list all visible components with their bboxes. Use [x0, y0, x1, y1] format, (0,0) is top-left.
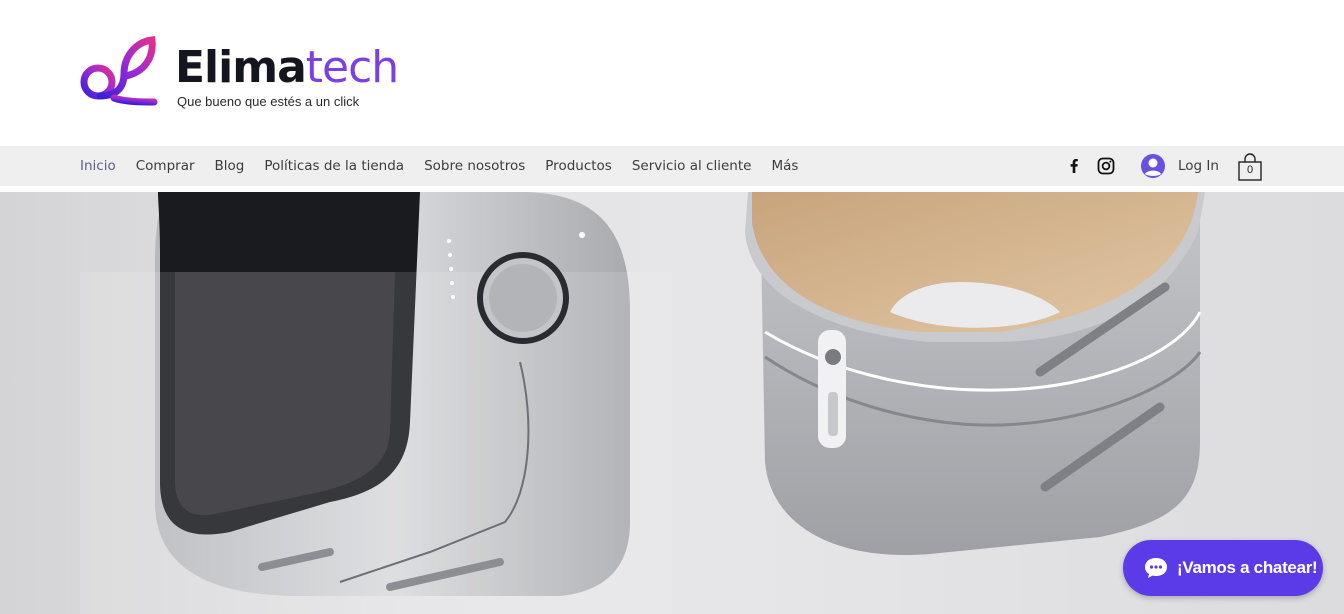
facebook-icon[interactable] — [1064, 156, 1084, 176]
brand-tagline: Que bueno que estés a un click — [177, 94, 360, 109]
chat-bubble-icon — [1145, 558, 1167, 578]
nav-item-servicio-cliente[interactable]: Servicio al cliente — [632, 158, 752, 174]
chat-label: ¡Vamos a chatear! — [1177, 558, 1318, 577]
nav-item-blog[interactable]: Blog — [215, 158, 245, 174]
nav-item-inicio[interactable]: Inicio — [80, 158, 116, 174]
nav-item-productos[interactable]: Productos — [545, 158, 612, 174]
brand-name: Elimatech — [175, 40, 399, 96]
smartwatch-product-image — [80, 192, 672, 614]
brand-name-part2: tech — [305, 42, 399, 93]
nav-item-mas[interactable]: Más — [771, 158, 798, 174]
elimatech-logo-icon — [80, 36, 158, 106]
nav-item-comprar[interactable]: Comprar — [136, 158, 195, 174]
user-avatar-icon — [1141, 154, 1165, 178]
chat-button[interactable]: ¡Vamos a chatear! — [1123, 540, 1323, 596]
social-links — [1064, 156, 1116, 176]
nav-item-sobre-nosotros[interactable]: Sobre nosotros — [424, 158, 525, 174]
login-label: Log In — [1178, 158, 1219, 174]
site-header: Elimatech Que bueno que estés a un click — [0, 0, 1344, 146]
cart-count: 0 — [1246, 164, 1254, 176]
instagram-icon[interactable] — [1096, 156, 1116, 176]
site-logo[interactable]: Elimatech Que bueno que estés a un click — [80, 36, 400, 116]
nav-item-politicas[interactable]: Políticas de la tienda — [264, 158, 404, 174]
brand-name-part1: Elima — [175, 42, 307, 93]
login-button[interactable]: Log In — [1140, 153, 1219, 179]
main-navbar: Inicio Comprar Blog Políticas de la tien… — [0, 146, 1344, 186]
nav-menu: Inicio Comprar Blog Políticas de la tien… — [80, 146, 818, 186]
speaker-product-image — [745, 192, 1205, 556]
cart-button[interactable]: 0 — [1236, 152, 1264, 182]
